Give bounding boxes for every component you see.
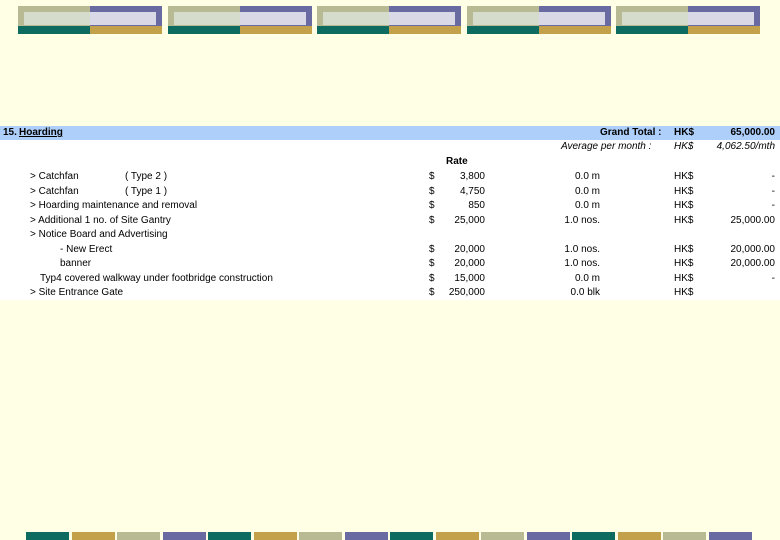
- decor-strip-segment: [617, 532, 661, 540]
- item-description: > Additional 1 no. of Site Gantry: [30, 214, 171, 226]
- rate-symbol: $: [429, 287, 435, 298]
- item-description: > Site Entrance Gate: [30, 287, 124, 298]
- bottom-decorative-band: [26, 532, 752, 540]
- item-quantity: [530, 228, 600, 242]
- item-description: banner: [60, 258, 92, 269]
- decor-strip-segment: [344, 532, 388, 540]
- decor-strip-segment: [526, 532, 570, 540]
- rate-symbol: $: [429, 243, 435, 255]
- rate-symbol: $: [429, 200, 435, 211]
- amount-currency: HK$: [674, 185, 694, 197]
- amount-currency: HK$: [674, 258, 694, 269]
- decor-strip-segment: [481, 532, 524, 540]
- item-type: ( Type 1 ): [125, 185, 168, 197]
- decor-strip-segment: [71, 532, 115, 540]
- decor-tile: [317, 6, 461, 34]
- amount-currency: HK$: [674, 243, 694, 255]
- rate-symbol: $: [429, 214, 435, 226]
- item-quantity: 0.0 m: [574, 171, 600, 182]
- item-description: > Hoarding maintenance and removal: [30, 200, 198, 211]
- item-amount: -: [771, 185, 775, 197]
- item-quantity: 1.0 nos.: [564, 258, 600, 269]
- item-amount: [700, 286, 775, 300]
- item-amount: [700, 228, 775, 242]
- item-rate: 850: [468, 200, 485, 211]
- rate-column-header: Rate: [446, 156, 468, 167]
- item-rate: 20,000: [454, 258, 485, 269]
- item-rate: 20,000: [454, 243, 485, 255]
- item-quantity: 1.0 nos.: [564, 214, 600, 226]
- item-rate: [440, 228, 485, 242]
- amount-currency: HK$: [674, 214, 694, 226]
- amount-currency: HK$: [674, 272, 694, 284]
- decor-strip-segment: [162, 532, 206, 540]
- item-amount: -: [771, 272, 775, 284]
- hoarding-table: 15. Hoarding Grand Total : HK$ 65,000.00…: [0, 126, 780, 300]
- decor-strip-segment: [117, 532, 160, 540]
- item-description: > Notice Board and Advertising: [30, 229, 168, 240]
- decor-strip-segment: [390, 532, 433, 540]
- item-amount: 20,000.00: [730, 243, 776, 255]
- item-quantity: 0.0 m: [574, 272, 600, 284]
- decor-strip-segment: [26, 532, 69, 540]
- decor-tile: [18, 6, 162, 34]
- item-description: > Catchfan: [30, 185, 79, 197]
- rate-symbol: $: [429, 272, 435, 284]
- item-rate: 3,800: [459, 171, 485, 182]
- decor-tile: [467, 6, 611, 34]
- average-currency: HK$: [674, 141, 694, 152]
- item-amount: -: [771, 171, 775, 182]
- item-rate: 4,750: [459, 185, 485, 197]
- item-quantity: 1.0 nos.: [564, 243, 600, 255]
- amount-currency: HK$: [674, 287, 694, 298]
- decor-tile: [616, 6, 760, 34]
- section-number: 15.: [3, 127, 17, 138]
- decor-strip-segment: [299, 532, 342, 540]
- rate-symbol: $: [429, 185, 435, 197]
- decor-strip-segment: [208, 532, 251, 540]
- decor-strip-segment: [253, 532, 297, 540]
- item-description: > Catchfan: [30, 171, 79, 182]
- item-type: ( Type 2 ): [125, 171, 168, 182]
- item-amount: 20,000.00: [730, 258, 776, 269]
- grand-total-value: 65,000.00: [730, 127, 776, 138]
- average-label: Average per month :: [561, 141, 652, 152]
- decor-strip-segment: [572, 532, 615, 540]
- amount-currency: HK$: [674, 200, 694, 211]
- item-quantity: 0.0 m: [574, 185, 600, 197]
- item-amount: -: [771, 200, 775, 211]
- average-value: 4,062.50/mth: [716, 141, 775, 152]
- item-quantity: 0.0 m: [574, 200, 600, 211]
- section-header-row: 15. Hoarding Grand Total : HK$ 65,000.00: [0, 126, 780, 140]
- item-rate: 25,000: [454, 214, 485, 226]
- amount-currency: HK$: [674, 171, 694, 182]
- item-rate: 250,000: [448, 287, 485, 298]
- item-quantity: 0.0 blk: [570, 287, 600, 298]
- decor-tile: [168, 6, 312, 34]
- item-amount: 25,000.00: [730, 214, 776, 226]
- rate-symbol: $: [429, 171, 435, 182]
- decor-strip-segment: [708, 532, 752, 540]
- item-rate: 15,000: [454, 272, 485, 284]
- section-title: Hoarding: [19, 127, 63, 138]
- item-description: - New Erect: [60, 243, 113, 255]
- top-decorative-band: [18, 6, 763, 34]
- grand-total-currency: HK$: [674, 127, 695, 138]
- rate-symbol: $: [429, 258, 435, 269]
- decor-strip-segment: [663, 532, 706, 540]
- grand-total-label: Grand Total :: [600, 127, 662, 138]
- item-description: Typ4 covered walkway under footbridge co…: [40, 272, 273, 284]
- decor-strip-segment: [435, 532, 479, 540]
